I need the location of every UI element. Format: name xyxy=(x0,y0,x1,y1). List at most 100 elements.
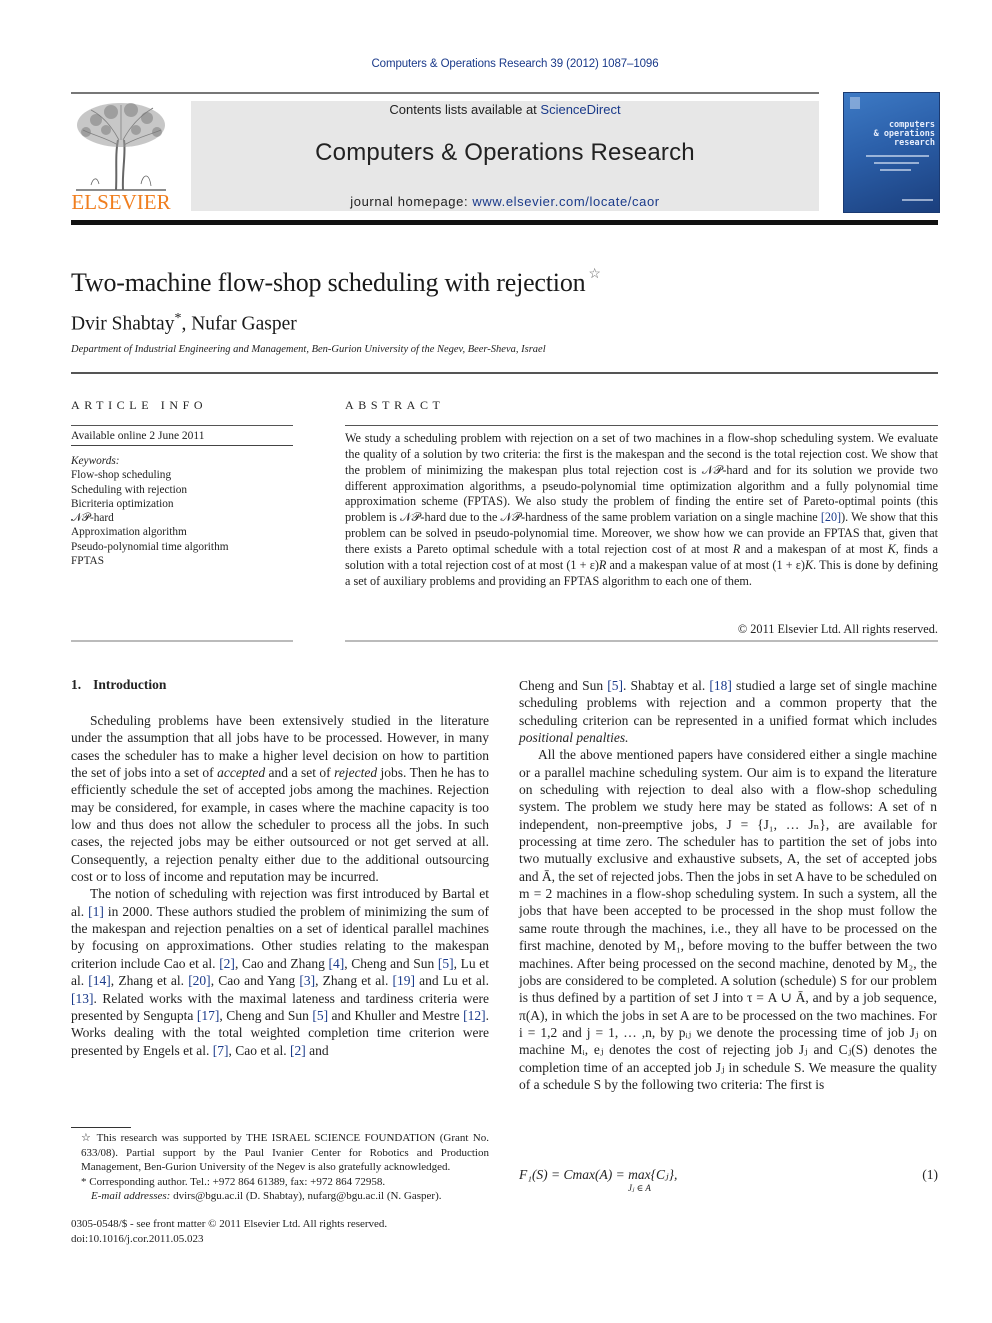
paragraph: The notion of scheduling with rejection … xyxy=(71,885,489,1058)
citation-link[interactable]: [2] xyxy=(290,1043,306,1058)
cover-text-line xyxy=(902,199,933,201)
keywords-block: Keywords: Flow-shop scheduling Schedulin… xyxy=(71,454,229,568)
citation-link[interactable]: [19] xyxy=(393,973,416,988)
citation-link[interactable]: [14] xyxy=(88,973,111,988)
author-list: Dvir Shabtay*, Nufar Gasper xyxy=(71,311,297,336)
text-run: , Zhang et al. xyxy=(315,973,393,989)
equation-1: F₁(S) = Cmax(A) = max{Cⱼ}, Jⱼ ∈ A (1) xyxy=(519,1167,938,1193)
header-thick-rule xyxy=(71,220,938,225)
journal-homepage-link[interactable]: www.elsevier.com/locate/caor xyxy=(472,194,659,209)
citation-link[interactable]: [17] xyxy=(197,1008,220,1023)
sciencedirect-link[interactable]: ScienceDirect xyxy=(540,102,620,117)
text-run: and a set of xyxy=(265,765,335,781)
section-number: 1. xyxy=(71,677,82,692)
text-run: , Cao et al. xyxy=(228,1042,290,1058)
citation-link[interactable]: [7] xyxy=(213,1043,229,1058)
cover-text-line xyxy=(866,155,929,157)
footnote-rule xyxy=(71,1127,131,1128)
author-name[interactable]: Dvir Shabtay xyxy=(71,314,174,335)
article-title-text: Two-machine flow-shop scheduling with re… xyxy=(71,268,586,297)
text-run: and xyxy=(305,1042,329,1058)
divider xyxy=(345,640,938,642)
cover-publisher-logo xyxy=(850,97,860,109)
article-info-heading: ARTICLE INFO xyxy=(71,398,208,412)
emphasis: accepted xyxy=(217,765,266,781)
keyword-item: Flow-shop scheduling xyxy=(71,469,172,482)
paragraph: Cheng and Sun [5]. Shabtay et al. [18] s… xyxy=(519,677,937,746)
elsevier-tree-icon xyxy=(76,103,166,191)
section-heading: 1. Introduction xyxy=(71,677,166,693)
keyword-item: Approximation algorithm xyxy=(71,526,187,539)
citation-link[interactable]: [5] xyxy=(607,678,623,693)
emphasis: positional penalties. xyxy=(519,730,629,746)
abstract-heading: ABSTRACT xyxy=(345,398,445,412)
divider xyxy=(71,425,293,426)
divider xyxy=(71,372,938,374)
text-run: , Zhang et al. xyxy=(110,973,189,989)
equation-number: (1) xyxy=(922,1167,938,1182)
citation-link[interactable]: [20] xyxy=(821,510,841,524)
divider xyxy=(71,640,293,642)
citation-link[interactable]: [20] xyxy=(188,973,211,988)
copyright-notice: © 2011 Elsevier Ltd. All rights reserved… xyxy=(737,622,938,636)
title-footnote-star-icon[interactable]: ☆ xyxy=(588,267,601,282)
divider xyxy=(345,425,938,426)
elsevier-logo[interactable]: ELSEVIER xyxy=(71,100,171,214)
email-addresses[interactable]: dvirs@bgu.ac.il (D. Shabtay), nufarg@bgu… xyxy=(170,1190,441,1202)
keyword-item: 𝒩𝒫-hard xyxy=(71,512,114,525)
text-run: , Cheng and Sun xyxy=(219,1007,313,1023)
keyword-item: FPTAS xyxy=(71,555,105,568)
paragraph: Scheduling problems have been extensivel… xyxy=(71,712,489,885)
text-run: and Khuller and Mestre xyxy=(328,1007,464,1023)
citation-link[interactable]: [2] xyxy=(219,956,235,971)
math-variable: K xyxy=(804,557,814,572)
text-run: , Cao and Zhang xyxy=(234,955,329,971)
citation-link[interactable]: [5] xyxy=(438,956,454,971)
citation-link[interactable]: [4] xyxy=(329,956,345,971)
text-run: , Cheng and Sun xyxy=(344,955,438,971)
journal-citation-link[interactable]: Computers & Operations Research 39 (2012… xyxy=(371,58,658,70)
homepage-prefix: journal homepage: xyxy=(350,194,473,209)
abstract-segment: and a makespan value of at most (1 + ε) xyxy=(606,557,805,572)
section-title: Introduction xyxy=(93,677,167,692)
right-column: Cheng and Sun [5]. Shabtay et al. [18] s… xyxy=(519,677,937,1093)
header-rule xyxy=(71,92,819,94)
journal-cover-image[interactable]: computers & operations research xyxy=(843,92,940,213)
funding-footnote: ☆ This research was supported by THE ISR… xyxy=(81,1132,489,1173)
cover-title: computers & operations research xyxy=(844,121,935,148)
corresponding-author-footnote: * Corresponding author. Tel.: +972 864 6… xyxy=(81,1175,386,1188)
citation-link[interactable]: [1] xyxy=(88,904,104,919)
keywords-label: Keywords: xyxy=(71,455,120,467)
front-matter: 0305-0548/$ - see front matter © 2011 El… xyxy=(71,1217,387,1246)
keyword-item: Pseudo-polynomial time algorithm xyxy=(71,540,229,553)
issn-line: 0305-0548/$ - see front matter © 2011 El… xyxy=(71,1218,388,1230)
emphasis: rejected xyxy=(334,765,378,781)
email-label: E-mail addresses: xyxy=(91,1190,171,1202)
journal-header-box: Contents lists available at ScienceDirec… xyxy=(191,101,819,211)
cover-text-line xyxy=(880,169,911,171)
author-separator: , xyxy=(181,313,192,335)
contents-prefix: Contents lists available at xyxy=(389,102,541,117)
citation-link[interactable]: [18] xyxy=(709,678,732,693)
paragraph: All the above mentioned papers have cons… xyxy=(519,747,937,1092)
journal-citation[interactable]: Computers & Operations Research 39 (2012… xyxy=(0,58,992,70)
footnotes: ☆ This research was supported by THE ISR… xyxy=(71,1131,489,1204)
citation-link[interactable]: [5] xyxy=(312,1008,328,1023)
text-run: and Lu et al. xyxy=(415,973,490,989)
citation-link[interactable]: [3] xyxy=(299,973,315,988)
available-online-date: Available online 2 June 2011 xyxy=(71,430,205,442)
cover-title-line: research xyxy=(894,138,935,148)
abstract-text: We study a scheduling problem with rejec… xyxy=(345,431,938,589)
left-column: Scheduling problems have been extensivel… xyxy=(71,712,489,1059)
contents-line: Contents lists available at ScienceDirec… xyxy=(191,102,819,117)
elsevier-wordmark: ELSEVIER xyxy=(71,190,171,214)
text-run: Cheng and Sun xyxy=(519,678,608,693)
email-footnote: E-mail addresses: dvirs@bgu.ac.il (D. Sh… xyxy=(71,1189,489,1204)
citation-link[interactable]: [12] xyxy=(463,1008,486,1023)
citation-link[interactable]: [13] xyxy=(71,991,94,1006)
text-run: . Shabtay et al. xyxy=(623,678,710,693)
author-name[interactable]: Nufar Gasper xyxy=(191,314,297,335)
doi-link[interactable]: doi:10.1016/j.cor.2011.05.023 xyxy=(71,1232,387,1247)
divider xyxy=(71,445,293,446)
equation-expression: F₁(S) = Cmax(A) = max{Cⱼ}, xyxy=(519,1167,678,1182)
